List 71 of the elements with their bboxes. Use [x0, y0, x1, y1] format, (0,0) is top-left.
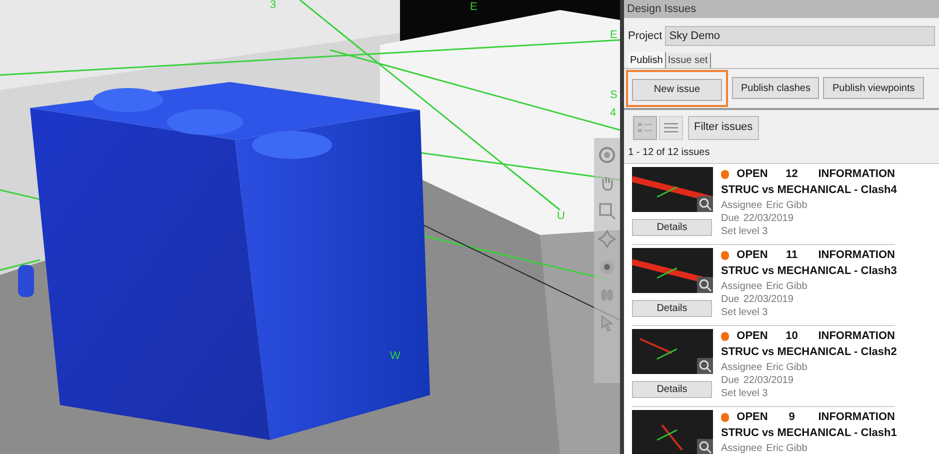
issue-level: Set level 3: [721, 224, 769, 238]
issue-status: OPEN: [736, 168, 769, 180]
issue-title: STRUC vs MECHANICAL - Clash2: [721, 344, 895, 360]
grid-label: W: [390, 351, 400, 362]
grid-label: 3: [270, 0, 276, 11]
issue-number: 11: [784, 248, 799, 262]
issue-type: INFORMATION: [818, 248, 895, 262]
issue-title: STRUC vs MECHANICAL - Clash1: [721, 426, 895, 440]
clash-thumbnail[interactable]: [632, 248, 713, 292]
search-icon[interactable]: [697, 358, 713, 374]
assignee-label: Assignee: [721, 360, 762, 374]
clash-lines-drawing: [656, 424, 683, 450]
orbit-icon[interactable]: [598, 230, 616, 248]
zoom-window-icon[interactable]: [598, 202, 616, 220]
assignee-value: Eric Gibb: [766, 198, 808, 212]
clash-lines-drawing: [640, 338, 678, 360]
issue-type: INFORMATION: [818, 330, 895, 342]
look-icon[interactable]: [598, 258, 616, 276]
panel-title: Design Issues: [624, 0, 939, 18]
action-button[interactable]: Publish viewpoints: [823, 77, 924, 100]
issue-number: 12: [784, 168, 799, 180]
card-view-toggle[interactable]: [633, 116, 657, 140]
project-label: Project: [628, 28, 662, 44]
issue-number: 9: [788, 410, 796, 424]
list-view-icon: [664, 122, 678, 134]
filter-issues-button[interactable]: Filter issues: [688, 116, 759, 140]
steering-wheel-icon[interactable]: [598, 146, 616, 164]
list-view-toggle[interactable]: [659, 116, 683, 140]
grid-label: E: [470, 2, 478, 13]
due-date-label: Due: [721, 212, 740, 224]
grid-label: U: [557, 211, 565, 222]
issue-level: Set level 3: [721, 306, 769, 318]
details-button[interactable]: Details: [632, 300, 712, 316]
tab[interactable]: Publish: [628, 52, 666, 68]
assignee-value: Eric Gibb: [766, 360, 808, 374]
due-date-value: 22/03/2019: [743, 212, 794, 224]
due-date-value: 22/03/2019: [743, 292, 794, 306]
clash-thumbnail[interactable]: [632, 328, 713, 374]
assignee-value: Eric Gibb: [766, 442, 808, 454]
grid-label: 4: [610, 108, 616, 119]
project-field[interactable]: Sky Demo: [665, 26, 935, 46]
issue-status: OPEN: [736, 330, 769, 342]
assignee-label: Assignee: [721, 442, 762, 454]
search-icon[interactable]: [697, 438, 713, 454]
due-date-value: 22/03/2019: [743, 374, 794, 386]
tab[interactable]: Issue set: [666, 53, 711, 68]
grid-label: E: [610, 30, 618, 41]
card-view-icon: [638, 122, 652, 134]
assignee-value: Eric Gibb: [766, 280, 808, 292]
search-icon[interactable]: [697, 196, 713, 212]
details-button[interactable]: Details: [632, 218, 712, 236]
search-icon[interactable]: [697, 276, 713, 292]
issue-type: INFORMATION: [818, 168, 895, 180]
assignee-label: Assignee: [721, 198, 762, 212]
action-button[interactable]: New issue: [632, 78, 722, 100]
grid-label: S: [610, 90, 618, 101]
clash-thumbnail[interactable]: [632, 410, 713, 454]
issue-status: OPEN: [736, 248, 769, 262]
assignee-label: Assignee: [721, 280, 762, 292]
issue-count: 1 - 12 of 12 issues: [627, 146, 711, 160]
issue-title: STRUC vs MECHANICAL - Clash3: [721, 264, 895, 278]
action-button[interactable]: Publish clashes: [732, 77, 820, 100]
issue-status: OPEN: [736, 410, 769, 424]
clash-thumbnail[interactable]: [632, 166, 713, 212]
due-date-label: Due: [721, 374, 740, 386]
issue-level: Set level 3: [721, 386, 769, 400]
issue-number: 10: [784, 330, 799, 342]
due-date-label: Due: [721, 292, 740, 306]
issue-type: INFORMATION: [818, 410, 895, 424]
details-button[interactable]: Details: [632, 380, 712, 398]
issue-title: STRUC vs MECHANICAL - Clash4: [721, 182, 895, 198]
